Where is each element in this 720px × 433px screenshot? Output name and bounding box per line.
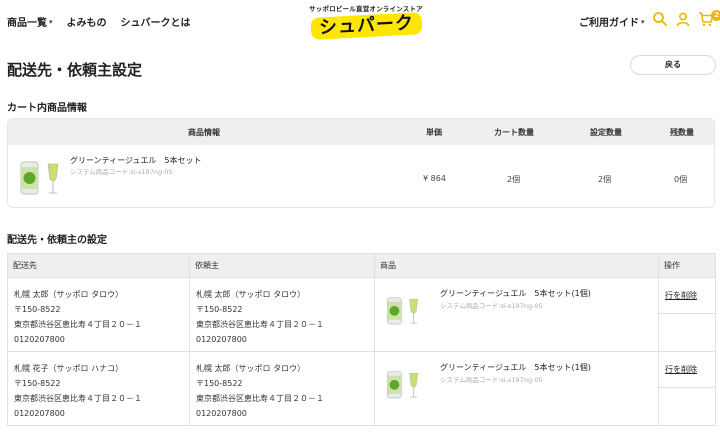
dest-address: 東京都渋谷区恵比寿４丁目２０－１ bbox=[14, 394, 142, 403]
cart-table: 商品情報 単価 カート数量 設定数量 残数量 グリーンティージュエル 5本セット… bbox=[7, 118, 715, 208]
delete-row-link[interactable]: 行を削除 bbox=[665, 362, 697, 377]
logo-tagline: サッポロビール直営オンラインストア bbox=[309, 5, 423, 13]
search-icon[interactable] bbox=[652, 11, 668, 27]
header-price: 単価 bbox=[426, 128, 442, 137]
product-name: グリーンティージュエル 5本セット(1個) bbox=[440, 363, 591, 372]
sender-address: 東京都渋谷区恵比寿４丁目２０－１ bbox=[196, 394, 324, 403]
dest-tel: 0120207800 bbox=[14, 409, 65, 418]
product-cell: グリーンティージュエル 5本セット(1個) システム商品コード:si-s197n… bbox=[374, 351, 659, 426]
header-remaining: 残数量 bbox=[670, 128, 694, 137]
header-product: 商品 bbox=[374, 253, 659, 278]
product-cell: グリーンティージュエル 5本セット(1個) システム商品コード:si-s197n… bbox=[374, 277, 659, 352]
dest-table-header: 配送先 依頼主 商品 操作 bbox=[7, 253, 716, 278]
sender-cell: 札幌 太郎（サッポロ タロウ） 〒150-8522 東京都渋谷区恵比寿４丁目２０… bbox=[189, 277, 375, 352]
product-code: システム商品コード:si-s197ng-05 bbox=[440, 376, 543, 384]
header-sender: 依頼主 bbox=[189, 253, 375, 278]
cart-section-title: カート内商品情報 bbox=[7, 103, 87, 114]
main-nav: 商品一覧 ▾ よみもの シュバークとは bbox=[7, 14, 191, 30]
dest-name: 札幌 太郎（サッポロ タロウ） bbox=[14, 290, 124, 299]
dest-table: 配送先 依頼主 商品 操作 札幌 太郎（サッポロ タロウ） 〒150-8522 … bbox=[7, 253, 716, 426]
cart-item-set-qty: 2個 bbox=[598, 175, 612, 184]
table-row: 札幌 花子（サッポロ ハナコ） 〒150-8522 東京都渋谷区恵比寿４丁目２０… bbox=[7, 351, 716, 426]
page-title: 配送先・依頼主設定 bbox=[7, 61, 143, 79]
header-set-qty: 設定数量 bbox=[590, 128, 622, 137]
sender-zip: 〒150-8522 bbox=[196, 305, 243, 314]
dest-cell: 札幌 太郎（サッポロ タロウ） 〒150-8522 東京都渋谷区恵比寿４丁目２０… bbox=[7, 277, 190, 352]
sender-tel: 0120207800 bbox=[196, 335, 247, 344]
product-image bbox=[387, 371, 419, 399]
nav-products[interactable]: 商品一覧 ▾ bbox=[7, 14, 53, 30]
cart-count-badge: 2 bbox=[711, 10, 720, 21]
site-logo[interactable]: サッポロビール直営オンラインストア シュパーク bbox=[306, 3, 426, 41]
nav-reading-label: よみもの bbox=[66, 18, 107, 29]
header-cart-qty: カート数量 bbox=[494, 128, 534, 137]
guide-label: ご利用ガイド bbox=[579, 18, 639, 29]
nav-reading[interactable]: よみもの bbox=[67, 14, 107, 29]
dest-zip: 〒150-8522 bbox=[14, 305, 61, 314]
cart-table-header: 商品情報 単価 カート数量 設定数量 残数量 bbox=[8, 119, 714, 145]
header-op: 操作 bbox=[658, 253, 716, 278]
op-cell: 行を削除 bbox=[658, 277, 716, 352]
product-code: システム商品コード:si-s197ng-05 bbox=[440, 302, 543, 310]
sender-name: 札幌 太郎（サッポロ タロウ） bbox=[196, 364, 306, 373]
nav-products-label: 商品一覧 bbox=[7, 18, 47, 29]
op-divider bbox=[659, 387, 715, 388]
sender-zip: 〒150-8522 bbox=[196, 379, 243, 388]
op-cell: 行を削除 bbox=[658, 351, 716, 426]
header-product: 商品情報 bbox=[188, 128, 220, 137]
nav-about-label: シュバークとは bbox=[120, 18, 191, 29]
user-icon[interactable] bbox=[675, 11, 691, 27]
back-button[interactable]: 戻る bbox=[630, 55, 716, 75]
table-row: 札幌 太郎（サッポロ タロウ） 〒150-8522 東京都渋谷区恵比寿４丁目２０… bbox=[7, 277, 716, 352]
delete-row-link[interactable]: 行を削除 bbox=[665, 288, 697, 303]
site-header: 商品一覧 ▾ よみもの シュバークとは サッポロビール直営オンラインストア シュ… bbox=[0, 0, 720, 42]
op-divider bbox=[659, 313, 715, 314]
dest-zip: 〒150-8522 bbox=[14, 379, 61, 388]
product-image bbox=[387, 297, 419, 325]
header-dest: 配送先 bbox=[7, 253, 190, 278]
guide-menu[interactable]: ご利用ガイド ▾ bbox=[579, 14, 645, 30]
sender-address: 東京都渋谷区恵比寿４丁目２０－１ bbox=[196, 320, 324, 329]
dest-cell: 札幌 花子（サッポロ ハナコ） 〒150-8522 東京都渋谷区恵比寿４丁目２０… bbox=[7, 351, 190, 426]
sender-cell: 札幌 太郎（サッポロ タロウ） 〒150-8522 東京都渋谷区恵比寿４丁目２０… bbox=[189, 351, 375, 426]
chevron-down-icon: ▾ bbox=[49, 17, 53, 26]
sender-tel: 0120207800 bbox=[196, 409, 247, 418]
sender-name: 札幌 太郎（サッポロ タロウ） bbox=[196, 290, 306, 299]
dest-tel: 0120207800 bbox=[14, 335, 65, 344]
chevron-down-icon: ▾ bbox=[641, 17, 645, 26]
product-image bbox=[20, 161, 59, 195]
dest-address: 東京都渋谷区恵比寿４丁目２０－１ bbox=[14, 320, 142, 329]
cart-item-name: グリーンティージュエル 5本セット bbox=[70, 156, 202, 165]
dest-section-title: 配送先・依頼主の設定 bbox=[7, 235, 107, 246]
cart-item-code: システム商品コード:si-s197ng-05 bbox=[70, 168, 173, 176]
nav-about[interactable]: シュバークとは bbox=[121, 14, 191, 29]
product-name: グリーンティージュエル 5本セット(1個) bbox=[440, 289, 591, 298]
cart-item-price: ¥ 864 bbox=[423, 174, 446, 183]
dest-name: 札幌 花子（サッポロ ハナコ） bbox=[14, 364, 124, 373]
logo-text: シュパーク bbox=[310, 12, 422, 40]
cart-item-cart-qty: 2個 bbox=[507, 175, 521, 184]
cart-item-remaining: 0個 bbox=[674, 175, 688, 184]
